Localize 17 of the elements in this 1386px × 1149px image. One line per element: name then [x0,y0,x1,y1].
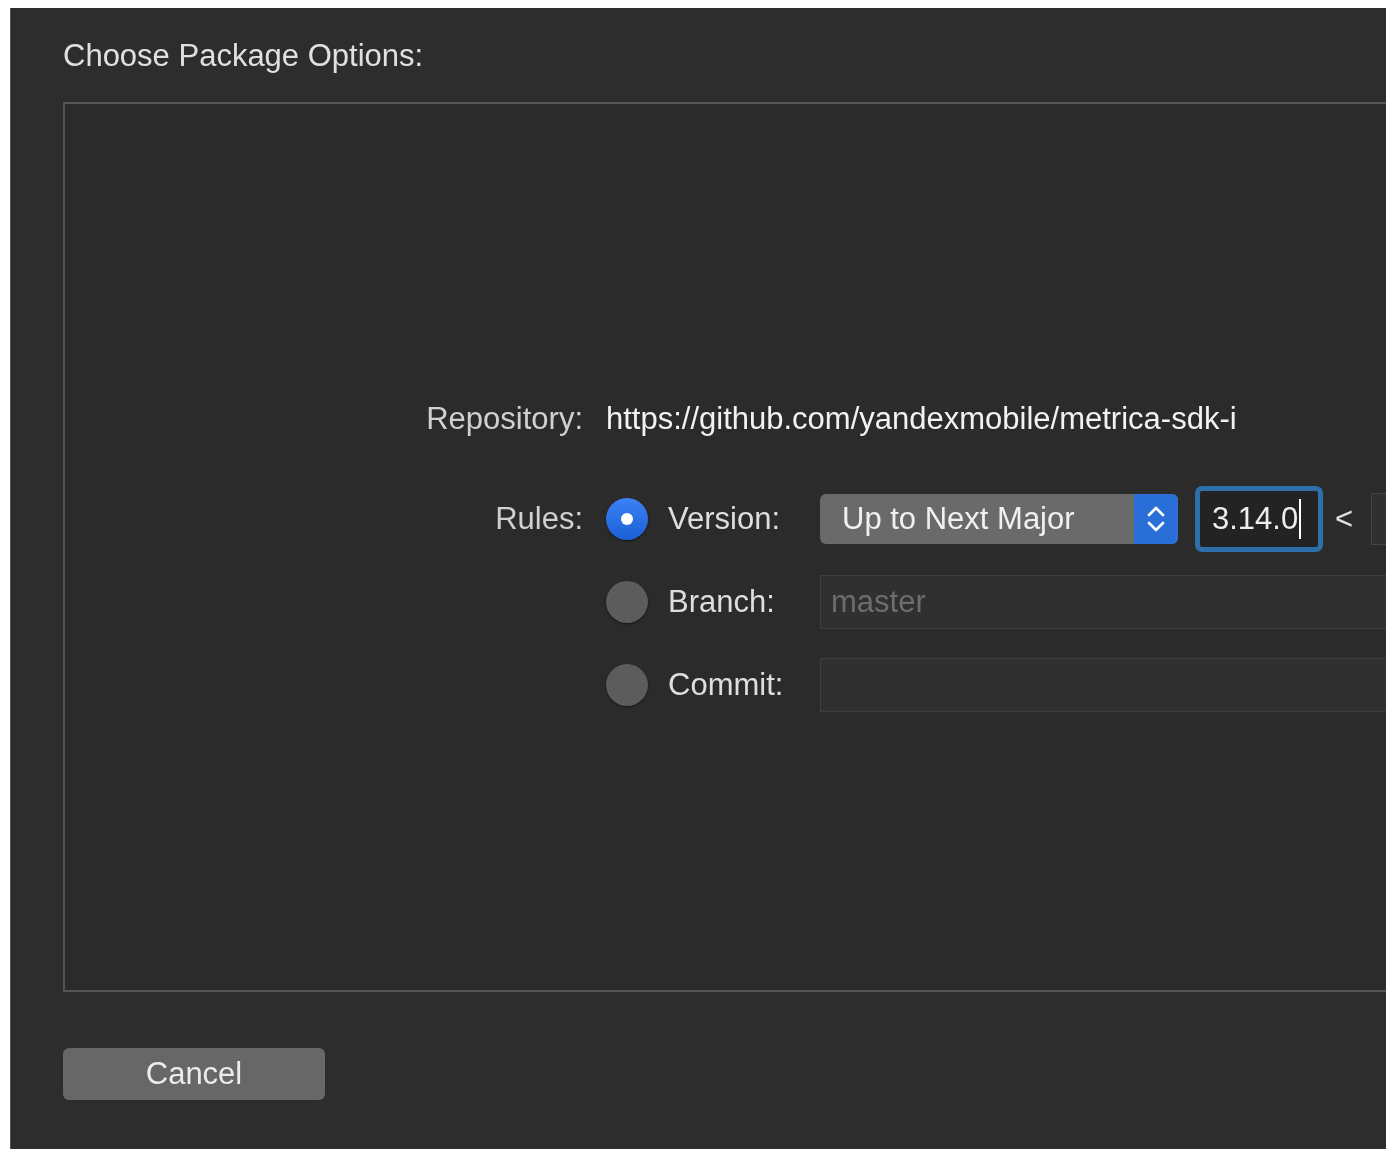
option-label: Branch: [668,583,776,620]
repository-label: Repository: [425,401,583,437]
upper-version-field[interactable] [1371,492,1386,545]
repository-url: https://github.com/yandexmobile/metrica-sdk-i [606,401,1238,437]
option-label: Commit: [668,666,785,703]
radio-button[interactable] [606,497,648,540]
less-than-sign: < [1335,500,1354,537]
cancel-button[interactable]: Cancel [63,1048,325,1100]
version-field[interactable]: 3.14.0 [1195,485,1323,552]
option-label: Version: [668,500,781,537]
radio-button[interactable] [606,580,648,623]
radio-button[interactable] [606,663,648,706]
rule-popup[interactable]: Up to Next Major [820,493,1178,544]
rules-label: Rules: [494,500,583,538]
dialog-title: Choose Package Options: [63,38,425,75]
up-down-arrows-icon[interactable] [1134,493,1178,544]
branch-field[interactable]: master [820,574,1386,629]
